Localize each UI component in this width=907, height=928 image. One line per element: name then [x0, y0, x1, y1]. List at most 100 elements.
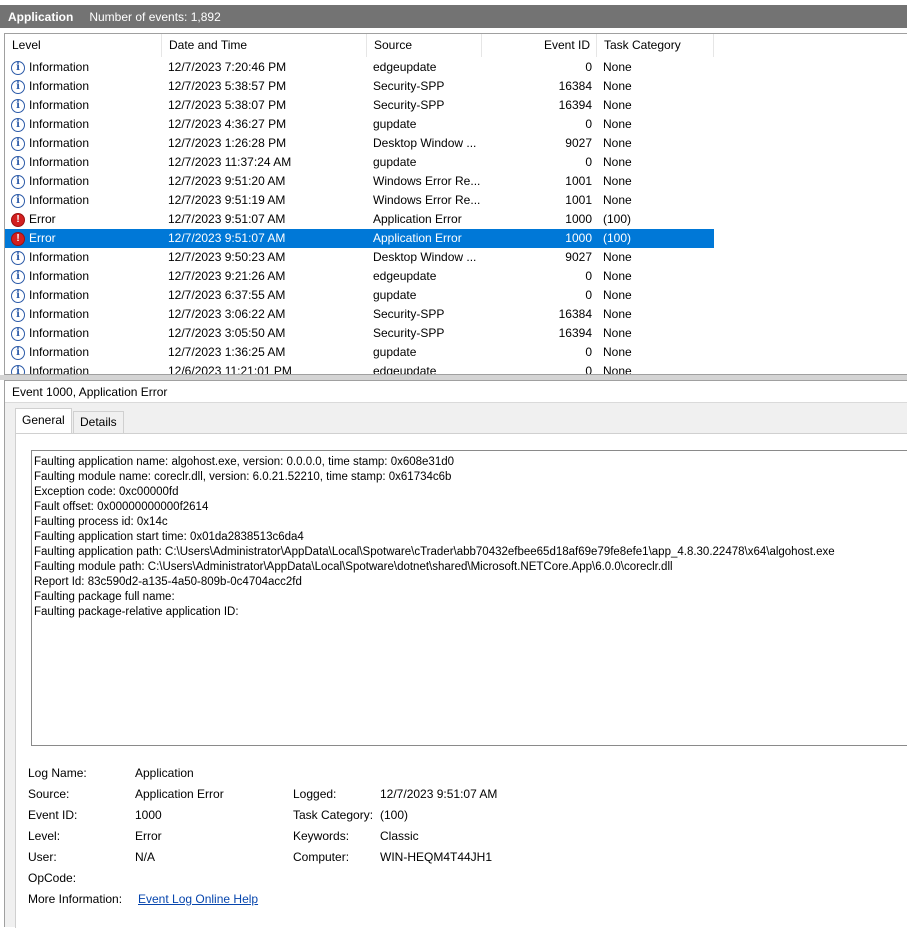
event-level-text: Information: [29, 364, 90, 375]
event-date: 12/7/2023 9:50:23 AM: [168, 250, 286, 264]
event-level: Information: [11, 134, 161, 153]
event-date: 12/7/2023 9:51:07 AM: [168, 212, 286, 226]
description-line: Faulting module name: coreclr.dll, versi…: [34, 471, 452, 483]
prop-log-name-value: Application: [135, 766, 194, 780]
event-id: 16394: [558, 326, 592, 340]
description-line: Fault offset: 0x00000000000f2614: [34, 501, 209, 513]
event-row[interactable]: Information 12/7/2023 1:26:28 PM Desktop W…: [5, 134, 907, 153]
info-icon: [11, 269, 25, 284]
prop-more-info-label: More Information:: [28, 892, 123, 906]
event-level-text: Information: [29, 117, 90, 131]
event-date: 12/7/2023 7:20:46 PM: [168, 60, 287, 74]
event-row[interactable]: Information 12/7/2023 11:37:24 AM gupdate 0…: [5, 153, 907, 172]
event-level-text: Information: [29, 79, 90, 93]
description-line: Faulting application start time: 0x01da2…: [34, 531, 304, 543]
event-id: 0: [585, 155, 592, 169]
event-task-category: None: [603, 326, 632, 340]
event-source: gupdate: [373, 288, 417, 302]
event-date: 12/7/2023 3:06:22 AM: [168, 307, 286, 321]
event-level-text: Error: [29, 231, 56, 245]
event-level-text: Information: [29, 98, 90, 112]
event-task-category: (100): [603, 231, 632, 245]
description-line: Faulting module path: C:\Users\Administr…: [34, 561, 673, 573]
column-header-task-category[interactable]: Task Category: [597, 34, 714, 57]
event-row[interactable]: Information 12/7/2023 9:51:19 AM Windows E…: [5, 191, 907, 210]
event-source: Application Error: [373, 231, 462, 245]
event-row[interactable]: Error 12/7/2023 9:51:07 AM Application Err…: [5, 210, 907, 229]
event-id: 9027: [565, 136, 592, 150]
event-row[interactable]: Information 12/7/2023 9:51:20 AM Windows E…: [5, 172, 907, 191]
event-row[interactable]: Information 12/6/2023 11:21:01 PM edgeupda…: [5, 362, 907, 375]
info-icon: [11, 288, 25, 303]
info-icon: [11, 117, 25, 132]
prop-opcode-label: OpCode:: [28, 871, 77, 885]
info-icon: [11, 364, 25, 374]
event-id: 16384: [558, 307, 592, 321]
event-detail-title: Event 1000, Application Error: [5, 381, 907, 403]
prop-task-category-label: Task Category:: [293, 808, 374, 822]
column-header-level[interactable]: Level: [5, 34, 162, 57]
prop-level-value: Error: [135, 829, 162, 843]
event-level-text: Information: [29, 288, 90, 302]
event-id: 16394: [558, 98, 592, 112]
prop-source-label: Source:: [28, 787, 70, 801]
info-icon: [11, 326, 25, 341]
event-row[interactable]: Information 12/7/2023 3:06:22 AM Security-…: [5, 305, 907, 324]
event-date: 12/7/2023 5:38:07 PM: [168, 98, 287, 112]
column-header-row: Level Date and Time Source Event ID Task…: [5, 34, 907, 57]
tab-details[interactable]: Details: [73, 411, 124, 433]
event-task-category: None: [603, 155, 632, 169]
event-task-category: None: [603, 60, 632, 74]
info-icon: [11, 250, 25, 265]
event-id: 16384: [558, 79, 592, 93]
column-header-date[interactable]: Date and Time: [162, 34, 367, 57]
event-level-text: Information: [29, 193, 90, 207]
event-log-online-help-link[interactable]: Event Log Online Help: [138, 890, 258, 908]
event-id: 1001: [565, 193, 592, 207]
event-id: 1001: [565, 174, 592, 188]
event-level-text: Information: [29, 269, 90, 283]
column-header-source[interactable]: Source: [367, 34, 482, 57]
event-date: 12/7/2023 11:37:24 AM: [168, 155, 292, 169]
event-date: 12/7/2023 1:36:25 AM: [168, 345, 286, 359]
event-level: Information: [11, 286, 161, 305]
event-level-text: Information: [29, 155, 90, 169]
log-name: Application: [8, 9, 74, 24]
event-level-text: Information: [29, 307, 90, 321]
description-line: Faulting application name: algohost.exe,…: [34, 456, 455, 468]
event-id: 0: [585, 364, 592, 375]
tab-general[interactable]: General: [15, 408, 72, 433]
event-description[interactable]: Faulting application name: algohost.exe,…: [31, 450, 907, 746]
event-level: Information: [11, 115, 161, 134]
event-list[interactable]: Level Date and Time Source Event ID Task…: [4, 33, 907, 375]
event-row[interactable]: Information 12/7/2023 3:05:50 AM Security-…: [5, 324, 907, 343]
event-date: 12/7/2023 9:51:07 AM: [168, 231, 286, 245]
event-date: 12/7/2023 5:38:57 PM: [168, 79, 287, 93]
error-icon: [11, 231, 25, 246]
prop-computer-label: Computer:: [293, 850, 350, 864]
description-line: Faulting process id: 0x14c: [34, 516, 168, 528]
event-row[interactable]: Information 12/7/2023 1:36:25 AM gupdate 0N…: [5, 343, 907, 362]
event-row[interactable]: Information 12/7/2023 5:38:57 PM Security-…: [5, 77, 907, 96]
event-level: Information: [11, 172, 161, 191]
event-row[interactable]: Information 12/7/2023 9:21:26 AM edgeupdat…: [5, 267, 907, 286]
event-count: Number of events: 1,892: [89, 9, 221, 24]
event-row[interactable]: Information 12/7/2023 9:50:23 AM Desktop W…: [5, 248, 907, 267]
event-source: Desktop Window ...: [373, 250, 477, 264]
column-header-event-id[interactable]: Event ID: [482, 34, 597, 57]
description-line: Faulting package-relative application ID…: [34, 606, 239, 618]
event-detail-pane: Event 1000, Application Error General De…: [4, 380, 907, 928]
log-title-bar: Application Number of events: 1,892: [0, 5, 907, 28]
event-id: 0: [585, 117, 592, 131]
event-row[interactable]: Information 12/7/2023 5:38:07 PM Security-…: [5, 96, 907, 115]
event-id: 1000: [565, 231, 592, 245]
event-row[interactable]: Information 12/7/2023 4:36:27 PM gupdate 0N…: [5, 115, 907, 134]
event-level: Information: [11, 191, 161, 210]
event-source: gupdate: [373, 155, 417, 169]
event-source: Security-SPP: [373, 307, 445, 321]
event-row[interactable]: Information 12/7/2023 7:20:46 PM edgeupdat…: [5, 58, 907, 77]
event-row[interactable]: Error 12/7/2023 9:51:07 AM Application Err…: [5, 229, 714, 248]
event-level: Information: [11, 362, 161, 375]
info-icon: [11, 60, 25, 75]
event-row[interactable]: Information 12/7/2023 6:37:55 AM gupdate 0N…: [5, 286, 907, 305]
